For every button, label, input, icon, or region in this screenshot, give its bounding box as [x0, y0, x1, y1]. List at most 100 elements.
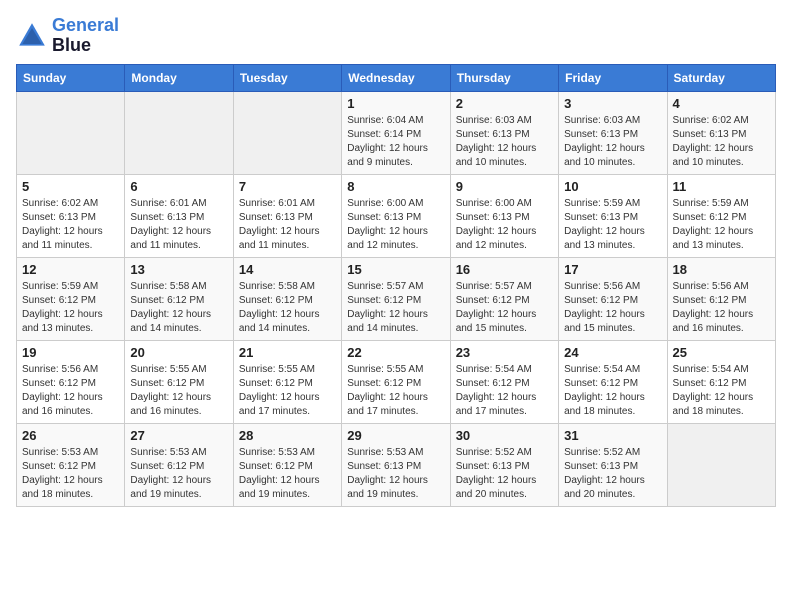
calendar-cell: 22 Sunrise: 5:55 AM Sunset: 6:12 PM Dayli…: [342, 340, 450, 423]
day-info: Sunrise: 5:55 AM Sunset: 6:12 PM Dayligh…: [130, 363, 227, 419]
day-number: 22: [347, 345, 444, 360]
weekday-header-tuesday: Tuesday: [233, 64, 341, 91]
calendar-cell: 14 Sunrise: 5:58 AM Sunset: 6:12 PM Dayli…: [233, 257, 341, 340]
day-info: Sunrise: 5:57 AM Sunset: 6:12 PM Dayligh…: [347, 280, 444, 336]
day-info: Sunrise: 6:01 AM Sunset: 6:13 PM Dayligh…: [239, 197, 336, 253]
calendar-cell: 2Sunrise: 6:03 AM Sunset: 6:13 PM Daylig…: [450, 91, 558, 174]
day-info: Sunrise: 5:54 AM Sunset: 6:12 PM Dayligh…: [564, 363, 661, 419]
day-number: 1: [347, 96, 444, 111]
day-info: Sunrise: 6:04 AM Sunset: 6:14 PM Dayligh…: [347, 114, 444, 170]
day-number: 3: [564, 96, 661, 111]
day-number: 28: [239, 428, 336, 443]
logo-text: General Blue: [52, 16, 119, 56]
calendar-cell: 6 Sunrise: 6:01 AM Sunset: 6:13 PM Daylig…: [125, 174, 233, 257]
day-number: 8: [347, 179, 444, 194]
calendar-cell: 16 Sunrise: 5:57 AM Sunset: 6:12 PM Dayli…: [450, 257, 558, 340]
day-info: Sunrise: 5:59 AM Sunset: 6:13 PM Dayligh…: [564, 197, 661, 253]
day-number: 15: [347, 262, 444, 277]
day-number: 11: [673, 179, 770, 194]
calendar-cell: [667, 423, 775, 506]
calendar-cell: 20 Sunrise: 5:55 AM Sunset: 6:12 PM Dayli…: [125, 340, 233, 423]
calendar-cell: 13Sunrise: 5:58 AM Sunset: 6:12 PM Dayli…: [125, 257, 233, 340]
calendar-cell: 12 Sunrise: 5:59 AM Sunset: 6:12 PM Dayli…: [17, 257, 125, 340]
calendar-cell: 19 Sunrise: 5:56 AM Sunset: 6:12 PM Dayli…: [17, 340, 125, 423]
weekday-header-friday: Friday: [559, 64, 667, 91]
day-info: Sunrise: 5:54 AM Sunset: 6:12 PM Dayligh…: [673, 363, 770, 419]
day-info: Sunrise: 6:00 AM Sunset: 6:13 PM Dayligh…: [347, 197, 444, 253]
day-number: 5: [22, 179, 119, 194]
calendar-cell: 1 Sunrise: 6:04 AM Sunset: 6:14 PM Daylig…: [342, 91, 450, 174]
calendar-cell: 10 Sunrise: 5:59 AM Sunset: 6:13 PM Dayli…: [559, 174, 667, 257]
day-number: 12: [22, 262, 119, 277]
calendar-cell: 9 Sunrise: 6:00 AM Sunset: 6:13 PM Daylig…: [450, 174, 558, 257]
day-info: Sunrise: 5:56 AM Sunset: 6:12 PM Dayligh…: [564, 280, 661, 336]
calendar-cell: 21Sunrise: 5:55 AM Sunset: 6:12 PM Dayli…: [233, 340, 341, 423]
weekday-header-wednesday: Wednesday: [342, 64, 450, 91]
day-number: 20: [130, 345, 227, 360]
calendar-cell: 27 Sunrise: 5:53 AM Sunset: 6:12 PM Dayli…: [125, 423, 233, 506]
day-number: 10: [564, 179, 661, 194]
calendar-cell: 4Sunrise: 6:02 AM Sunset: 6:13 PM Daylig…: [667, 91, 775, 174]
calendar-cell: 26 Sunrise: 5:53 AM Sunset: 6:12 PM Dayli…: [17, 423, 125, 506]
calendar-cell: 31 Sunrise: 5:52 AM Sunset: 6:13 PM Dayli…: [559, 423, 667, 506]
day-number: 18: [673, 262, 770, 277]
page-header: General Blue: [16, 16, 776, 56]
day-number: 16: [456, 262, 553, 277]
day-number: 31: [564, 428, 661, 443]
day-number: 30: [456, 428, 553, 443]
day-number: 29: [347, 428, 444, 443]
day-info: Sunrise: 6:00 AM Sunset: 6:13 PM Dayligh…: [456, 197, 553, 253]
day-number: 26: [22, 428, 119, 443]
day-info: Sunrise: 5:59 AM Sunset: 6:12 PM Dayligh…: [22, 280, 119, 336]
day-info: Sunrise: 6:01 AM Sunset: 6:13 PM Dayligh…: [130, 197, 227, 253]
weekday-header-sunday: Sunday: [17, 64, 125, 91]
weekday-header-saturday: Saturday: [667, 64, 775, 91]
day-info: Sunrise: 5:56 AM Sunset: 6:12 PM Dayligh…: [22, 363, 119, 419]
calendar-cell: 25 Sunrise: 5:54 AM Sunset: 6:12 PM Dayli…: [667, 340, 775, 423]
day-number: 23: [456, 345, 553, 360]
calendar-cell: 17 Sunrise: 5:56 AM Sunset: 6:12 PM Dayli…: [559, 257, 667, 340]
calendar-cell: 24 Sunrise: 5:54 AM Sunset: 6:12 PM Dayli…: [559, 340, 667, 423]
day-info: Sunrise: 5:55 AM Sunset: 6:12 PM Dayligh…: [347, 363, 444, 419]
day-number: 25: [673, 345, 770, 360]
day-info: Sunrise: 5:53 AM Sunset: 6:12 PM Dayligh…: [22, 446, 119, 502]
calendar-cell: 23Sunrise: 5:54 AM Sunset: 6:12 PM Dayli…: [450, 340, 558, 423]
day-info: Sunrise: 5:57 AM Sunset: 6:12 PM Dayligh…: [456, 280, 553, 336]
day-info: Sunrise: 6:02 AM Sunset: 6:13 PM Dayligh…: [673, 114, 770, 170]
calendar-cell: 30 Sunrise: 5:52 AM Sunset: 6:13 PM Dayli…: [450, 423, 558, 506]
day-info: Sunrise: 6:02 AM Sunset: 6:13 PM Dayligh…: [22, 197, 119, 253]
calendar-cell: 5 Sunrise: 6:02 AM Sunset: 6:13 PM Daylig…: [17, 174, 125, 257]
calendar-cell: 15 Sunrise: 5:57 AM Sunset: 6:12 PM Dayli…: [342, 257, 450, 340]
calendar-cell: 28Sunrise: 5:53 AM Sunset: 6:12 PM Dayli…: [233, 423, 341, 506]
day-number: 19: [22, 345, 119, 360]
calendar-cell: [233, 91, 341, 174]
day-number: 6: [130, 179, 227, 194]
weekday-header-monday: Monday: [125, 64, 233, 91]
day-number: 9: [456, 179, 553, 194]
day-info: Sunrise: 5:52 AM Sunset: 6:13 PM Dayligh…: [564, 446, 661, 502]
logo: General Blue: [16, 16, 119, 56]
calendar-cell: 3 Sunrise: 6:03 AM Sunset: 6:13 PM Daylig…: [559, 91, 667, 174]
day-info: Sunrise: 5:52 AM Sunset: 6:13 PM Dayligh…: [456, 446, 553, 502]
calendar-week-2: 5 Sunrise: 6:02 AM Sunset: 6:13 PM Daylig…: [17, 174, 776, 257]
day-number: 27: [130, 428, 227, 443]
calendar-cell: 29 Sunrise: 5:53 AM Sunset: 6:13 PM Dayli…: [342, 423, 450, 506]
calendar-cell: 8 Sunrise: 6:00 AM Sunset: 6:13 PM Daylig…: [342, 174, 450, 257]
day-number: 24: [564, 345, 661, 360]
calendar-week-3: 12 Sunrise: 5:59 AM Sunset: 6:12 PM Dayli…: [17, 257, 776, 340]
day-number: 7: [239, 179, 336, 194]
day-info: Sunrise: 5:58 AM Sunset: 6:12 PM Dayligh…: [239, 280, 336, 336]
weekday-header-row: SundayMondayTuesdayWednesdayThursdayFrid…: [17, 64, 776, 91]
calendar-cell: [125, 91, 233, 174]
day-number: 17: [564, 262, 661, 277]
weekday-header-thursday: Thursday: [450, 64, 558, 91]
calendar-week-1: 1 Sunrise: 6:04 AM Sunset: 6:14 PM Daylig…: [17, 91, 776, 174]
calendar-cell: 11Sunrise: 5:59 AM Sunset: 6:12 PM Dayli…: [667, 174, 775, 257]
calendar-cell: [17, 91, 125, 174]
day-info: Sunrise: 5:53 AM Sunset: 6:12 PM Dayligh…: [130, 446, 227, 502]
day-info: Sunrise: 6:03 AM Sunset: 6:13 PM Dayligh…: [564, 114, 661, 170]
calendar-week-5: 26 Sunrise: 5:53 AM Sunset: 6:12 PM Dayli…: [17, 423, 776, 506]
day-info: Sunrise: 5:53 AM Sunset: 6:13 PM Dayligh…: [347, 446, 444, 502]
day-number: 14: [239, 262, 336, 277]
day-number: 13: [130, 262, 227, 277]
